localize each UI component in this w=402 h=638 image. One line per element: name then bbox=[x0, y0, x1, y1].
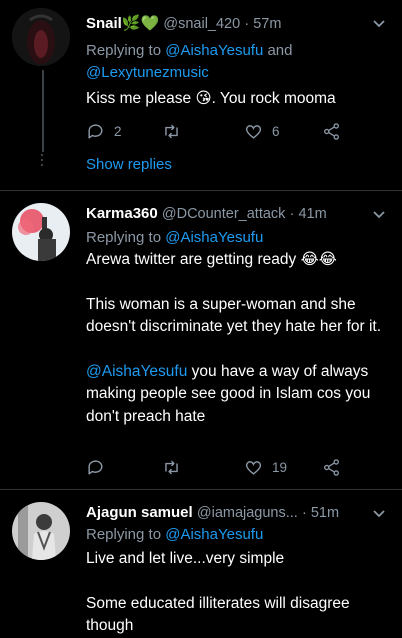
replying-prefix: Replying to bbox=[86, 42, 162, 59]
author-name[interactable]: Ajagun samuel bbox=[86, 504, 193, 521]
chevron-down-icon[interactable] bbox=[372, 509, 386, 519]
author-handle[interactable]: @iamajaguns... bbox=[197, 505, 298, 521]
author-handle[interactable]: @DCounter_attack bbox=[162, 206, 286, 222]
reply-icon bbox=[88, 459, 103, 475]
retweet-icon bbox=[165, 460, 178, 474]
replying-joiner: and bbox=[267, 42, 293, 59]
avatar[interactable] bbox=[12, 8, 70, 66]
tweet-time[interactable]: · 41m bbox=[290, 206, 327, 222]
avatar[interactable] bbox=[12, 203, 70, 261]
share-icon bbox=[324, 458, 339, 476]
author-name[interactable]: Snail🌿💚 bbox=[86, 15, 159, 32]
replying-to: Replying to @AishaYesufu bbox=[86, 227, 263, 249]
tweet-paragraph: Arewa twitter are getting ready 😂😂 bbox=[86, 251, 337, 268]
share-icon bbox=[324, 122, 339, 140]
replying-to: Replying to @AishaYesufu bbox=[86, 524, 263, 546]
avatar-image bbox=[12, 203, 70, 261]
mention-link[interactable]: @AishaYesufu bbox=[86, 363, 187, 380]
mention-link[interactable]: @Lexytunezmusic bbox=[86, 64, 209, 81]
mention-link[interactable]: @AishaYesufu bbox=[165, 229, 263, 246]
mention-link[interactable]: @AishaYesufu bbox=[165, 526, 263, 543]
thread-line bbox=[42, 70, 44, 152]
share-button[interactable] bbox=[322, 120, 341, 142]
like-count: 6 bbox=[272, 123, 280, 139]
tweet-paragraph: Live and let live...very simple bbox=[86, 550, 285, 567]
tweet-time[interactable]: · 57m bbox=[244, 16, 281, 32]
tweet-paragraph: @AishaYesufu you have a way of always ma… bbox=[86, 361, 386, 429]
tweet-snail[interactable]: Snail🌿💚 @snail_420 · 57m Replying to @Ai… bbox=[0, 0, 402, 190]
like-count: 19 bbox=[272, 459, 288, 475]
author-handle[interactable]: @snail_420 bbox=[163, 16, 240, 32]
tweet-ajagun-samuel[interactable]: Ajagun samuel @iamajaguns... · 51m Reply… bbox=[0, 490, 402, 635]
author-name[interactable]: Karma360 bbox=[86, 205, 158, 222]
retweet-button[interactable] bbox=[162, 120, 190, 142]
author-line: Snail🌿💚 @snail_420 · 57m bbox=[86, 14, 281, 32]
show-replies-link[interactable]: Show replies bbox=[86, 156, 172, 173]
reply-count: 2 bbox=[114, 123, 122, 139]
mention-link[interactable]: @AishaYesufu bbox=[165, 42, 263, 59]
tweet-paragraph: Some educated illiterates will disagree … bbox=[86, 594, 350, 635]
reply-button[interactable]: 2 bbox=[86, 120, 122, 142]
tweet-actions: 19 bbox=[86, 456, 356, 478]
chevron-down-icon[interactable] bbox=[372, 19, 386, 29]
reply-button[interactable] bbox=[86, 456, 114, 478]
like-button[interactable]: 19 bbox=[244, 456, 287, 478]
tweet-karma360[interactable]: Karma360 @DCounter_attack · 41m Replying… bbox=[0, 191, 402, 489]
reply-icon bbox=[88, 123, 103, 139]
tweet-text: Live and let live...very simple Some edu… bbox=[86, 548, 386, 638]
replying-prefix: Replying to bbox=[86, 526, 162, 543]
avatar-image bbox=[12, 8, 70, 66]
replying-prefix: Replying to bbox=[86, 229, 162, 246]
share-button[interactable] bbox=[322, 456, 341, 478]
replying-to: Replying to @AishaYesufu and @Lexytunezm… bbox=[86, 40, 293, 84]
retweet-button[interactable] bbox=[162, 456, 190, 478]
tweet-text: Kiss me please 😘. You rock mooma bbox=[86, 90, 336, 107]
tweet-actions: 2 6 bbox=[86, 120, 356, 142]
tweet-paragraph: This woman is a super-woman and she does… bbox=[86, 295, 382, 336]
avatar-image bbox=[12, 502, 70, 560]
like-button[interactable]: 6 bbox=[244, 120, 280, 142]
chevron-down-icon[interactable] bbox=[372, 210, 386, 220]
heart-icon bbox=[245, 124, 262, 139]
tweet-text: Arewa twitter are getting ready 😂😂 This … bbox=[86, 249, 386, 428]
avatar[interactable] bbox=[12, 502, 70, 560]
retweet-icon bbox=[165, 124, 178, 138]
heart-icon bbox=[245, 460, 262, 475]
author-line: Ajagun samuel @iamajaguns... · 51m bbox=[86, 504, 339, 521]
author-line: Karma360 @DCounter_attack · 41m bbox=[86, 205, 327, 222]
thread-dots bbox=[40, 154, 44, 169]
tweet-time[interactable]: · 51m bbox=[302, 505, 339, 521]
